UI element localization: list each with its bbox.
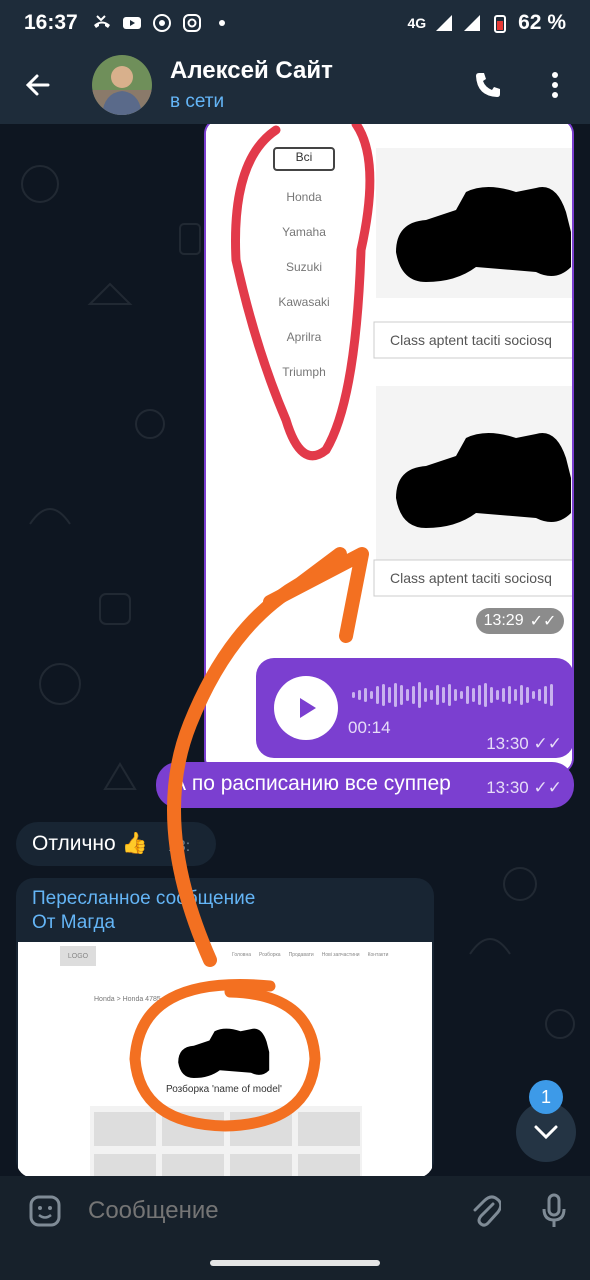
chat-area[interactable]: Всі Honda Yamaha Suzuki Kawasaki Aprilra… (0, 124, 590, 1176)
signal-icon-2 (464, 15, 481, 31)
attach-button[interactable] (466, 1194, 506, 1228)
phone-icon (476, 73, 500, 97)
message-input-bar (0, 1176, 590, 1246)
voice-record-button[interactable] (534, 1193, 574, 1229)
chevron-down-icon (534, 1125, 558, 1140)
message-input[interactable] (88, 1197, 448, 1225)
status-time: 16:37 (24, 11, 78, 34)
orange-annotation (129, 547, 369, 1132)
battery-icon (494, 15, 507, 33)
emoji-button[interactable] (20, 1194, 70, 1228)
instagram-icon (182, 14, 201, 32)
battery-level: 62 % (518, 11, 566, 34)
microphone-icon (542, 1193, 566, 1227)
youtube-icon (122, 17, 141, 29)
missed-call-icon (93, 15, 110, 28)
dot-icon (218, 20, 225, 26)
status-bar: 16:37 4G 62 % (0, 0, 590, 46)
chat-header: Алексей Сайт в сети (0, 46, 590, 124)
chrome-icon (152, 14, 171, 32)
signal-icon (436, 15, 453, 31)
more-vertical-icon (552, 72, 558, 98)
unread-badge: 1 (529, 1080, 563, 1114)
home-gesture-pill[interactable] (210, 1260, 380, 1266)
sticker-icon (29, 1195, 61, 1227)
paperclip-icon (473, 1195, 501, 1227)
navigation-bar (0, 1246, 590, 1280)
system-icons: 4G 62 % (407, 11, 566, 35)
avatar[interactable] (92, 55, 152, 115)
network-type: 4G (407, 15, 427, 31)
notification-icons (92, 13, 232, 33)
more-menu-button[interactable] (530, 46, 580, 124)
chat-title[interactable]: Алексей Сайт в сети (170, 57, 333, 113)
contact-name: Алексей Сайт (170, 57, 333, 84)
call-button[interactable] (458, 46, 518, 124)
arrow-left-icon (25, 74, 50, 96)
back-button[interactable] (0, 46, 76, 124)
contact-status: в сети (170, 91, 225, 112)
